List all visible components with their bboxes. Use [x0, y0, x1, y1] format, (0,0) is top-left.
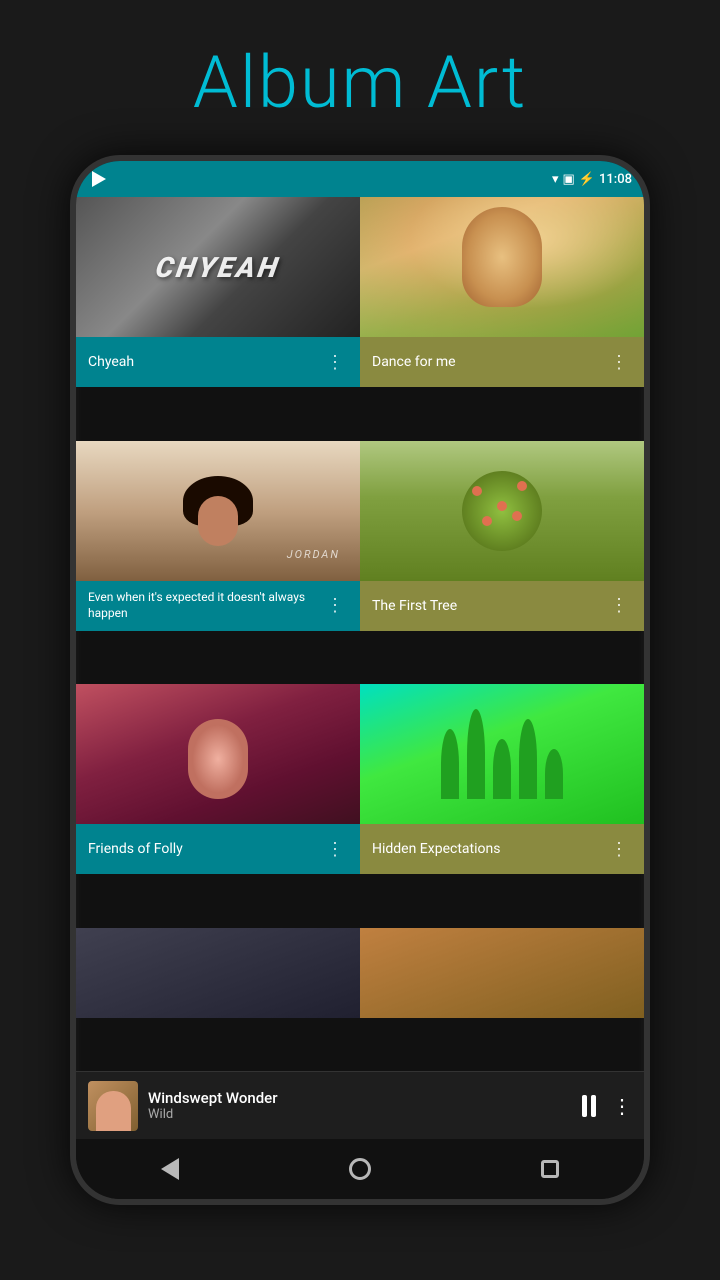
- dance-art-inner: [360, 197, 644, 337]
- battery-icon: ⚡: [579, 172, 595, 187]
- home-icon: [349, 1158, 371, 1180]
- wifi-icon: ▾: [552, 172, 559, 187]
- album-name-chyeah: Chyeah: [88, 354, 134, 370]
- back-icon: [161, 1158, 179, 1180]
- album-partial-1[interactable]: [76, 928, 360, 1018]
- album-item-jordan[interactable]: JORDAN Even when it's expected it doesn'…: [76, 441, 360, 631]
- peach-1: [472, 486, 482, 496]
- leaf-4: [519, 719, 537, 799]
- album-menu-tree[interactable]: ⋮: [606, 591, 632, 620]
- now-playing-thumb-art: [96, 1091, 131, 1131]
- album-art-partial-1: [76, 928, 360, 1018]
- album-grid: CHYEAH Chyeah ⋮ Dance for me ⋮: [76, 197, 644, 1071]
- album-menu-jordan[interactable]: ⋮: [322, 590, 348, 621]
- now-playing-thumbnail: [88, 1081, 138, 1131]
- phone-frame: ▾ ▣ ⚡ 11:08 CHYEAH Chyeah ⋮ Da: [70, 155, 650, 1205]
- tree-art-container: [360, 441, 644, 581]
- peach-4: [482, 516, 492, 526]
- album-art-partial-2: [360, 928, 644, 1018]
- play-icon: [88, 168, 110, 190]
- album-art-folly: [76, 684, 360, 824]
- folly-face: [188, 719, 248, 799]
- album-name-folly: Friends of Folly: [88, 841, 183, 857]
- peach-2: [497, 501, 507, 511]
- peach-5: [512, 511, 522, 521]
- album-name-dance: Dance for me: [372, 354, 456, 370]
- plant-shapes: [441, 709, 563, 799]
- now-playing-controls: ⋮: [582, 1094, 632, 1118]
- back-button[interactable]: [141, 1148, 199, 1190]
- album-name-jordan: Even when it's expected it doesn't alway…: [88, 590, 322, 621]
- recents-button[interactable]: [521, 1150, 579, 1188]
- afro-face: [198, 496, 238, 546]
- now-playing-title: Windswept Wonder: [148, 1089, 572, 1107]
- album-label-jordan: Even when it's expected it doesn't alway…: [76, 581, 360, 631]
- album-label-dance: Dance for me ⋮: [360, 337, 644, 387]
- leaf-5: [545, 749, 563, 799]
- now-playing-bar: Windswept Wonder Wild ⋮: [76, 1071, 644, 1139]
- peach-3: [517, 481, 527, 491]
- album-label-chyeah: Chyeah ⋮: [76, 337, 360, 387]
- album-menu-hidden[interactable]: ⋮: [606, 835, 632, 864]
- pause-button[interactable]: [582, 1095, 596, 1117]
- signal-icon: ▣: [563, 172, 575, 187]
- leaf-3: [493, 739, 511, 799]
- album-art-hidden: [360, 684, 644, 824]
- album-menu-dance[interactable]: ⋮: [606, 348, 632, 377]
- now-playing-more-button[interactable]: ⋮: [612, 1094, 632, 1118]
- album-item-hidden[interactable]: Hidden Expectations ⋮: [360, 684, 644, 874]
- leaf-1: [441, 729, 459, 799]
- album-partial-2[interactable]: [360, 928, 644, 1018]
- leaf-2: [467, 709, 485, 799]
- jordan-silhouette: [183, 476, 253, 566]
- status-bar: ▾ ▣ ⚡ 11:08: [76, 161, 644, 197]
- now-playing-info: Windswept Wonder Wild: [148, 1089, 572, 1122]
- pause-bar-1: [582, 1095, 587, 1117]
- album-art-dance: [360, 197, 644, 337]
- album-label-tree: The First Tree ⋮: [360, 581, 644, 631]
- tree-leaves: [462, 471, 542, 551]
- album-item-chyeah[interactable]: CHYEAH Chyeah ⋮: [76, 197, 360, 387]
- album-menu-folly[interactable]: ⋮: [322, 835, 348, 864]
- recents-icon: [541, 1160, 559, 1178]
- status-bar-right: ▾ ▣ ⚡ 11:08: [552, 172, 632, 187]
- status-bar-left: [88, 168, 110, 190]
- tree-peaches: [462, 471, 542, 551]
- chyeah-art-text: CHYEAH: [153, 251, 283, 284]
- album-label-folly: Friends of Folly ⋮: [76, 824, 360, 874]
- album-label-hidden: Hidden Expectations ⋮: [360, 824, 644, 874]
- home-button[interactable]: [329, 1148, 391, 1190]
- album-name-hidden: Hidden Expectations: [372, 841, 500, 857]
- album-name-tree: The First Tree: [372, 598, 457, 614]
- album-menu-chyeah[interactable]: ⋮: [322, 348, 348, 377]
- status-time: 11:08: [599, 172, 632, 187]
- album-art-chyeah: CHYEAH: [76, 197, 360, 337]
- navigation-bar: [76, 1139, 644, 1199]
- album-item-folly[interactable]: Friends of Folly ⋮: [76, 684, 360, 874]
- album-art-tree: [360, 441, 644, 581]
- jordan-art-label: JORDAN: [287, 548, 340, 561]
- album-item-dance[interactable]: Dance for me ⋮: [360, 197, 644, 387]
- play-triangle-icon: [92, 171, 106, 187]
- album-item-tree[interactable]: The First Tree ⋮: [360, 441, 644, 631]
- dance-face: [462, 207, 542, 307]
- album-art-jordan: JORDAN: [76, 441, 360, 581]
- page-title: Album Art: [193, 0, 527, 155]
- now-playing-artist: Wild: [148, 1107, 572, 1122]
- pause-bar-2: [591, 1095, 596, 1117]
